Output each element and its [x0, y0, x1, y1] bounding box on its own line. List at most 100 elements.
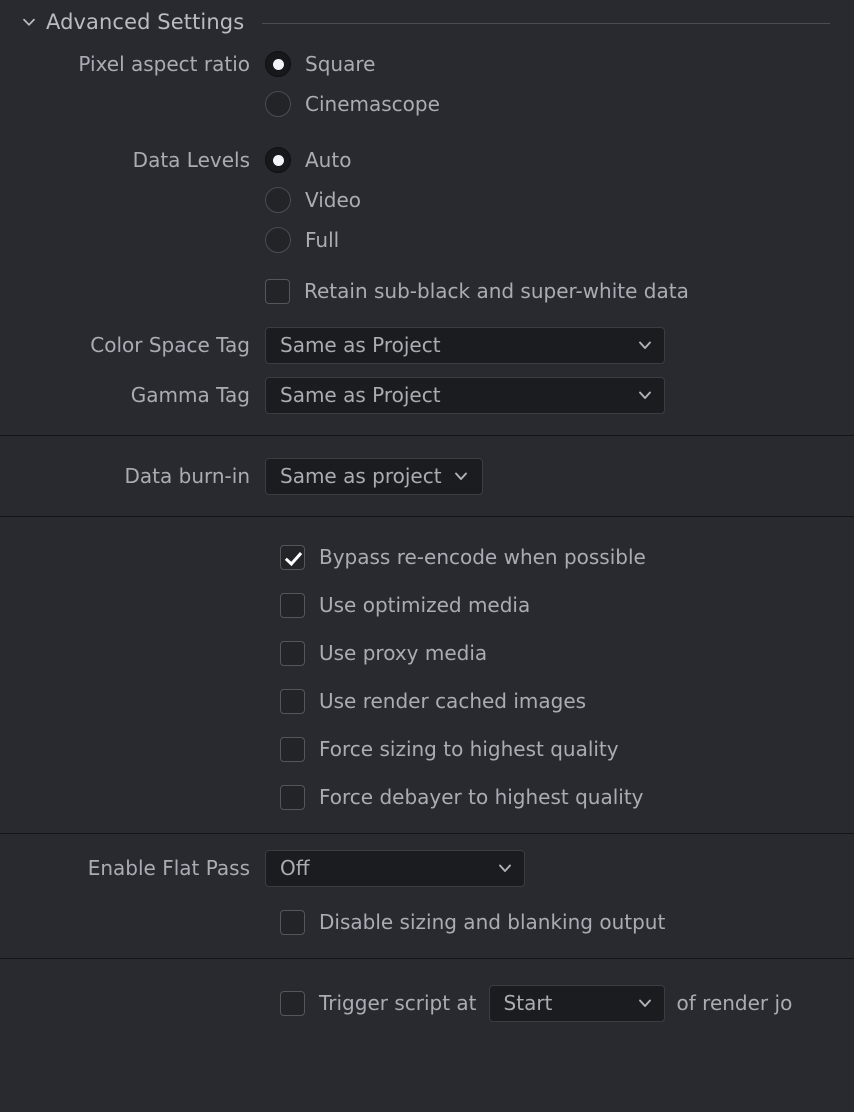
checkbox-force-debayer[interactable]: Force debayer to highest quality	[280, 773, 854, 821]
color-space-tag-label: Color Space Tag	[90, 333, 250, 357]
radio-option-full[interactable]: Full	[265, 220, 339, 260]
retain-subblack-control: Retain sub-black and super-white data	[265, 267, 854, 315]
enable-flat-pass-row: Enable Flat Pass Off	[0, 848, 854, 888]
radio-option-auto[interactable]: Auto	[265, 140, 351, 180]
data-levels-options: Auto	[265, 140, 854, 180]
data-burn-in-control: Same as project	[265, 457, 854, 495]
radio-icon-square[interactable]	[265, 51, 291, 77]
pixel-aspect-ratio-row-1: Pixel aspect ratio Square	[0, 44, 854, 84]
data-levels-row-3: Full	[0, 220, 854, 260]
data-burn-in-value: Same as project	[280, 464, 442, 488]
checkbox-label-disable-sizing-blanking: Disable sizing and blanking output	[319, 910, 666, 934]
data-levels-label: Data Levels	[132, 148, 250, 172]
chevron-down-icon[interactable]	[22, 15, 36, 29]
advanced-settings-header[interactable]: Advanced Settings	[0, 0, 854, 44]
chevron-down-icon[interactable]	[496, 859, 514, 877]
radio-option-video[interactable]: Video	[265, 180, 361, 220]
enable-flat-pass-value: Off	[280, 856, 310, 880]
trigger-script-text-before: Trigger script at	[319, 991, 477, 1015]
gamma-tag-dropdown[interactable]: Same as Project	[265, 376, 665, 414]
radio-icon-cinemascope[interactable]	[265, 91, 291, 117]
pixel-aspect-ratio-row-2: Cinemascope	[0, 84, 854, 124]
data-burn-in-dropdown[interactable]: Same as project	[265, 457, 483, 495]
enable-flat-pass-dropdown[interactable]: Off	[265, 849, 525, 887]
checkbox-label-use-render-cached-images: Use render cached images	[319, 689, 587, 713]
data-burn-in-label: Data burn-in	[124, 464, 250, 488]
enable-flat-pass-label: Enable Flat Pass	[87, 856, 250, 880]
radio-option-square[interactable]: Square	[265, 44, 375, 84]
checkbox-label-force-debayer: Force debayer to highest quality	[319, 785, 644, 809]
trigger-script-text-after: of render jo	[676, 991, 793, 1015]
radio-label-auto: Auto	[305, 148, 352, 172]
gamma-tag-label: Gamma Tag	[130, 383, 250, 407]
pixel-aspect-ratio-group: Pixel aspect ratio Square Cinemascope	[0, 44, 854, 124]
checkbox-bypass-re-encode[interactable]: Bypass re-encode when possible	[280, 533, 854, 581]
checkbox-label-bypass-re-encode: Bypass re-encode when possible	[319, 545, 646, 569]
checkbox-icon-use-optimized-media[interactable]	[280, 592, 305, 618]
data-levels-options-2: Video	[265, 180, 854, 220]
data-levels-options-3: Full	[265, 220, 854, 260]
data-levels-row-1: Data Levels Auto	[0, 140, 854, 180]
checkbox-label-use-proxy-media: Use proxy media	[319, 641, 488, 665]
checkbox-icon-force-sizing[interactable]	[280, 736, 305, 762]
checkbox-use-proxy-media[interactable]: Use proxy media	[280, 629, 854, 677]
data-levels-group: Data Levels Auto Video Full Retain sub-b…	[0, 140, 854, 315]
checkbox-icon-disable-sizing-blanking[interactable]	[280, 909, 305, 935]
color-space-tag-dropdown[interactable]: Same as Project	[265, 326, 665, 364]
enable-flat-pass-control: Off	[265, 849, 854, 887]
checkbox-icon-bypass-re-encode[interactable]	[280, 544, 305, 570]
checkbox-icon-use-render-cached-images[interactable]	[280, 688, 305, 714]
checkbox-icon-use-proxy-media[interactable]	[280, 640, 305, 666]
checkbox-disable-sizing-blanking[interactable]: Disable sizing and blanking output	[280, 898, 854, 946]
radio-option-cinemascope[interactable]: Cinemascope	[265, 84, 440, 124]
page-title: Advanced Settings	[46, 10, 245, 34]
checkbox-force-sizing[interactable]: Force sizing to highest quality	[280, 725, 854, 773]
chevron-down-icon[interactable]	[452, 467, 470, 485]
radio-icon-video[interactable]	[265, 187, 291, 213]
chevron-down-icon[interactable]	[636, 994, 654, 1012]
pixel-aspect-ratio-options: Square	[265, 44, 854, 84]
checkbox-use-optimized-media[interactable]: Use optimized media	[280, 581, 854, 629]
data-levels-row-2: Video	[0, 180, 854, 220]
checkbox-icon-retain-sub-black[interactable]	[265, 278, 290, 304]
advanced-settings-panel: Advanced Settings Pixel aspect ratio Squ…	[0, 0, 854, 1112]
retain-subblack-row: Retain sub-black and super-white data	[0, 267, 854, 315]
checkbox-use-render-cached-images[interactable]: Use render cached images	[280, 677, 854, 725]
color-space-tag-value: Same as Project	[280, 333, 441, 357]
color-space-tag-row: Color Space Tag Same as Project	[0, 325, 854, 365]
radio-label-video: Video	[305, 188, 362, 212]
checkbox-retain-sub-black[interactable]: Retain sub-black and super-white data	[265, 267, 689, 315]
pixel-aspect-ratio-options-2: Cinemascope	[265, 84, 854, 124]
radio-icon-auto[interactable]	[265, 147, 291, 173]
checkbox-label-retain-sub-black: Retain sub-black and super-white data	[304, 279, 689, 303]
radio-icon-full[interactable]	[265, 227, 291, 253]
radio-label-full: Full	[305, 228, 340, 252]
checkbox-label-use-optimized-media: Use optimized media	[319, 593, 531, 617]
chevron-down-icon[interactable]	[636, 336, 654, 354]
chevron-down-icon[interactable]	[636, 386, 654, 404]
render-options-list: Bypass re-encode when possible Use optim…	[0, 533, 854, 821]
trigger-script-row: Trigger script at Start of render jo	[0, 979, 854, 1027]
pixel-aspect-ratio-label: Pixel aspect ratio	[78, 52, 250, 76]
checkbox-icon-trigger-script[interactable]	[280, 990, 305, 1016]
trigger-script-timing-dropdown[interactable]: Start	[488, 984, 665, 1022]
gamma-tag-value: Same as Project	[280, 383, 441, 407]
radio-label-square: Square	[305, 52, 376, 76]
disable-sizing-wrapper: Disable sizing and blanking output	[0, 898, 854, 946]
color-space-tag-control: Same as Project	[265, 326, 854, 364]
header-divider-rule	[262, 23, 830, 24]
checkbox-icon-force-debayer[interactable]	[280, 784, 305, 810]
